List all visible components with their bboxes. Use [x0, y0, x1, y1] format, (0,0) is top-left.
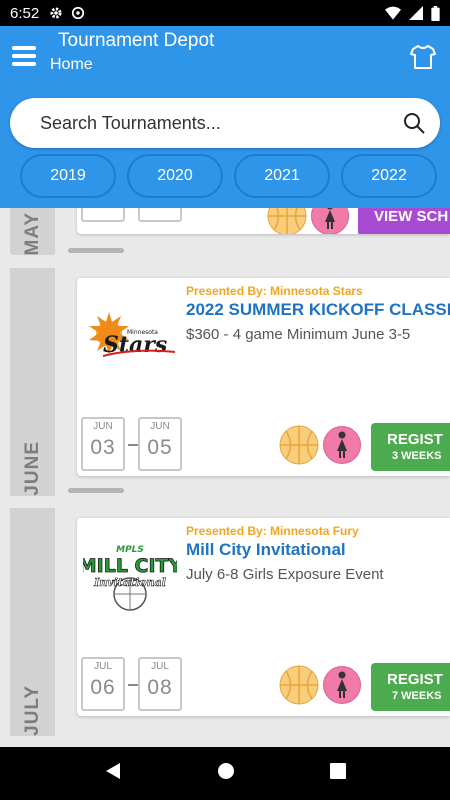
svg-text:MILL CITY: MILL CITY — [83, 555, 177, 577]
year-button-2021[interactable]: 2021 — [234, 154, 330, 198]
female-icon — [311, 208, 349, 234]
at-sign-icon — [72, 6, 85, 20]
end-date: JUN 05 — [138, 417, 182, 471]
basketball-icon — [279, 425, 319, 465]
female-icon — [323, 666, 361, 704]
basketball-icon — [267, 208, 307, 234]
tournament-card[interactable]: MPLS MILL CITY Invitational Presented By… — [77, 518, 450, 716]
year-button-2020[interactable]: 2020 — [127, 154, 223, 198]
presenter-label: Presented By: Minnesota Stars — [186, 284, 363, 298]
svg-text:MPLS: MPLS — [116, 545, 144, 555]
search-input[interactable] — [40, 112, 402, 134]
end-date: 15 — [138, 208, 182, 222]
menu-icon[interactable] — [12, 46, 36, 66]
month-tab-july: JULY — [10, 508, 55, 736]
register-button[interactable]: REGIST 3 WEEKS — [371, 423, 450, 471]
recents-icon[interactable] — [330, 763, 346, 784]
tournament-description: July 6-8 Girls Exposure Event — [186, 566, 384, 583]
basketball-icon — [279, 665, 319, 705]
search-bar[interactable] — [10, 98, 440, 148]
status-time: 6:52 — [10, 4, 40, 22]
svg-text:Minnesota: Minnesota — [127, 329, 158, 336]
presenter-label: Presented By: Minnesota Fury — [186, 524, 359, 538]
tournament-card[interactable]: 06 15 VIEW SCH — [77, 208, 450, 234]
back-icon[interactable] — [104, 762, 122, 785]
wifi-icon — [385, 6, 401, 20]
month-tab-june: JUNE — [10, 268, 55, 496]
minnesota-stars-logo: Stars Minnesota — [89, 312, 176, 358]
start-date: JUL 06 — [81, 657, 125, 711]
tournament-description: $360 - 4 game Minimum June 3-5 — [186, 326, 411, 343]
signal-icon — [409, 6, 423, 20]
year-button-2019[interactable]: 2019 — [20, 154, 116, 198]
tournament-name[interactable]: Mill City Invitational — [186, 540, 346, 560]
mill-city-invitational-logo: MPLS MILL CITY Invitational — [83, 545, 177, 611]
scroll-indicator — [68, 248, 124, 253]
start-date: 06 — [81, 208, 125, 222]
app-header: Tournament Depot Home 2019 2020 2021 202… — [0, 26, 450, 208]
tournament-card[interactable]: Stars Minnesota Presented By: Minnesota … — [77, 278, 450, 476]
status-bar: 6:52 — [0, 0, 450, 26]
tournament-list[interactable]: MAY 06 15 VIEW SCH JUNE Stars — [0, 208, 450, 747]
female-icon — [323, 426, 361, 464]
tournament-name[interactable]: 2022 SUMMER KICKOFF CLASSI — [186, 300, 450, 320]
year-button-2022[interactable]: 2022 — [341, 154, 437, 198]
year-filter: 2019 2020 2021 2022 — [20, 154, 437, 198]
scroll-indicator — [68, 488, 124, 493]
settings-icon — [50, 7, 62, 19]
shirt-icon[interactable] — [410, 44, 436, 70]
end-date: JUL 08 — [138, 657, 182, 711]
battery-icon — [431, 5, 440, 21]
month-tab-may: MAY — [10, 208, 55, 255]
search-icon[interactable] — [402, 111, 426, 135]
view-schedule-button[interactable]: VIEW SCH — [358, 208, 450, 234]
system-nav-bar — [0, 747, 450, 800]
start-date: JUN 03 — [81, 417, 125, 471]
home-icon[interactable] — [217, 762, 235, 785]
app-title: Tournament Depot — [58, 30, 215, 51]
page-subtitle: Home — [50, 56, 93, 73]
svg-text:Invitational: Invitational — [93, 576, 166, 589]
register-button[interactable]: REGIST 7 WEEKS — [371, 663, 450, 711]
